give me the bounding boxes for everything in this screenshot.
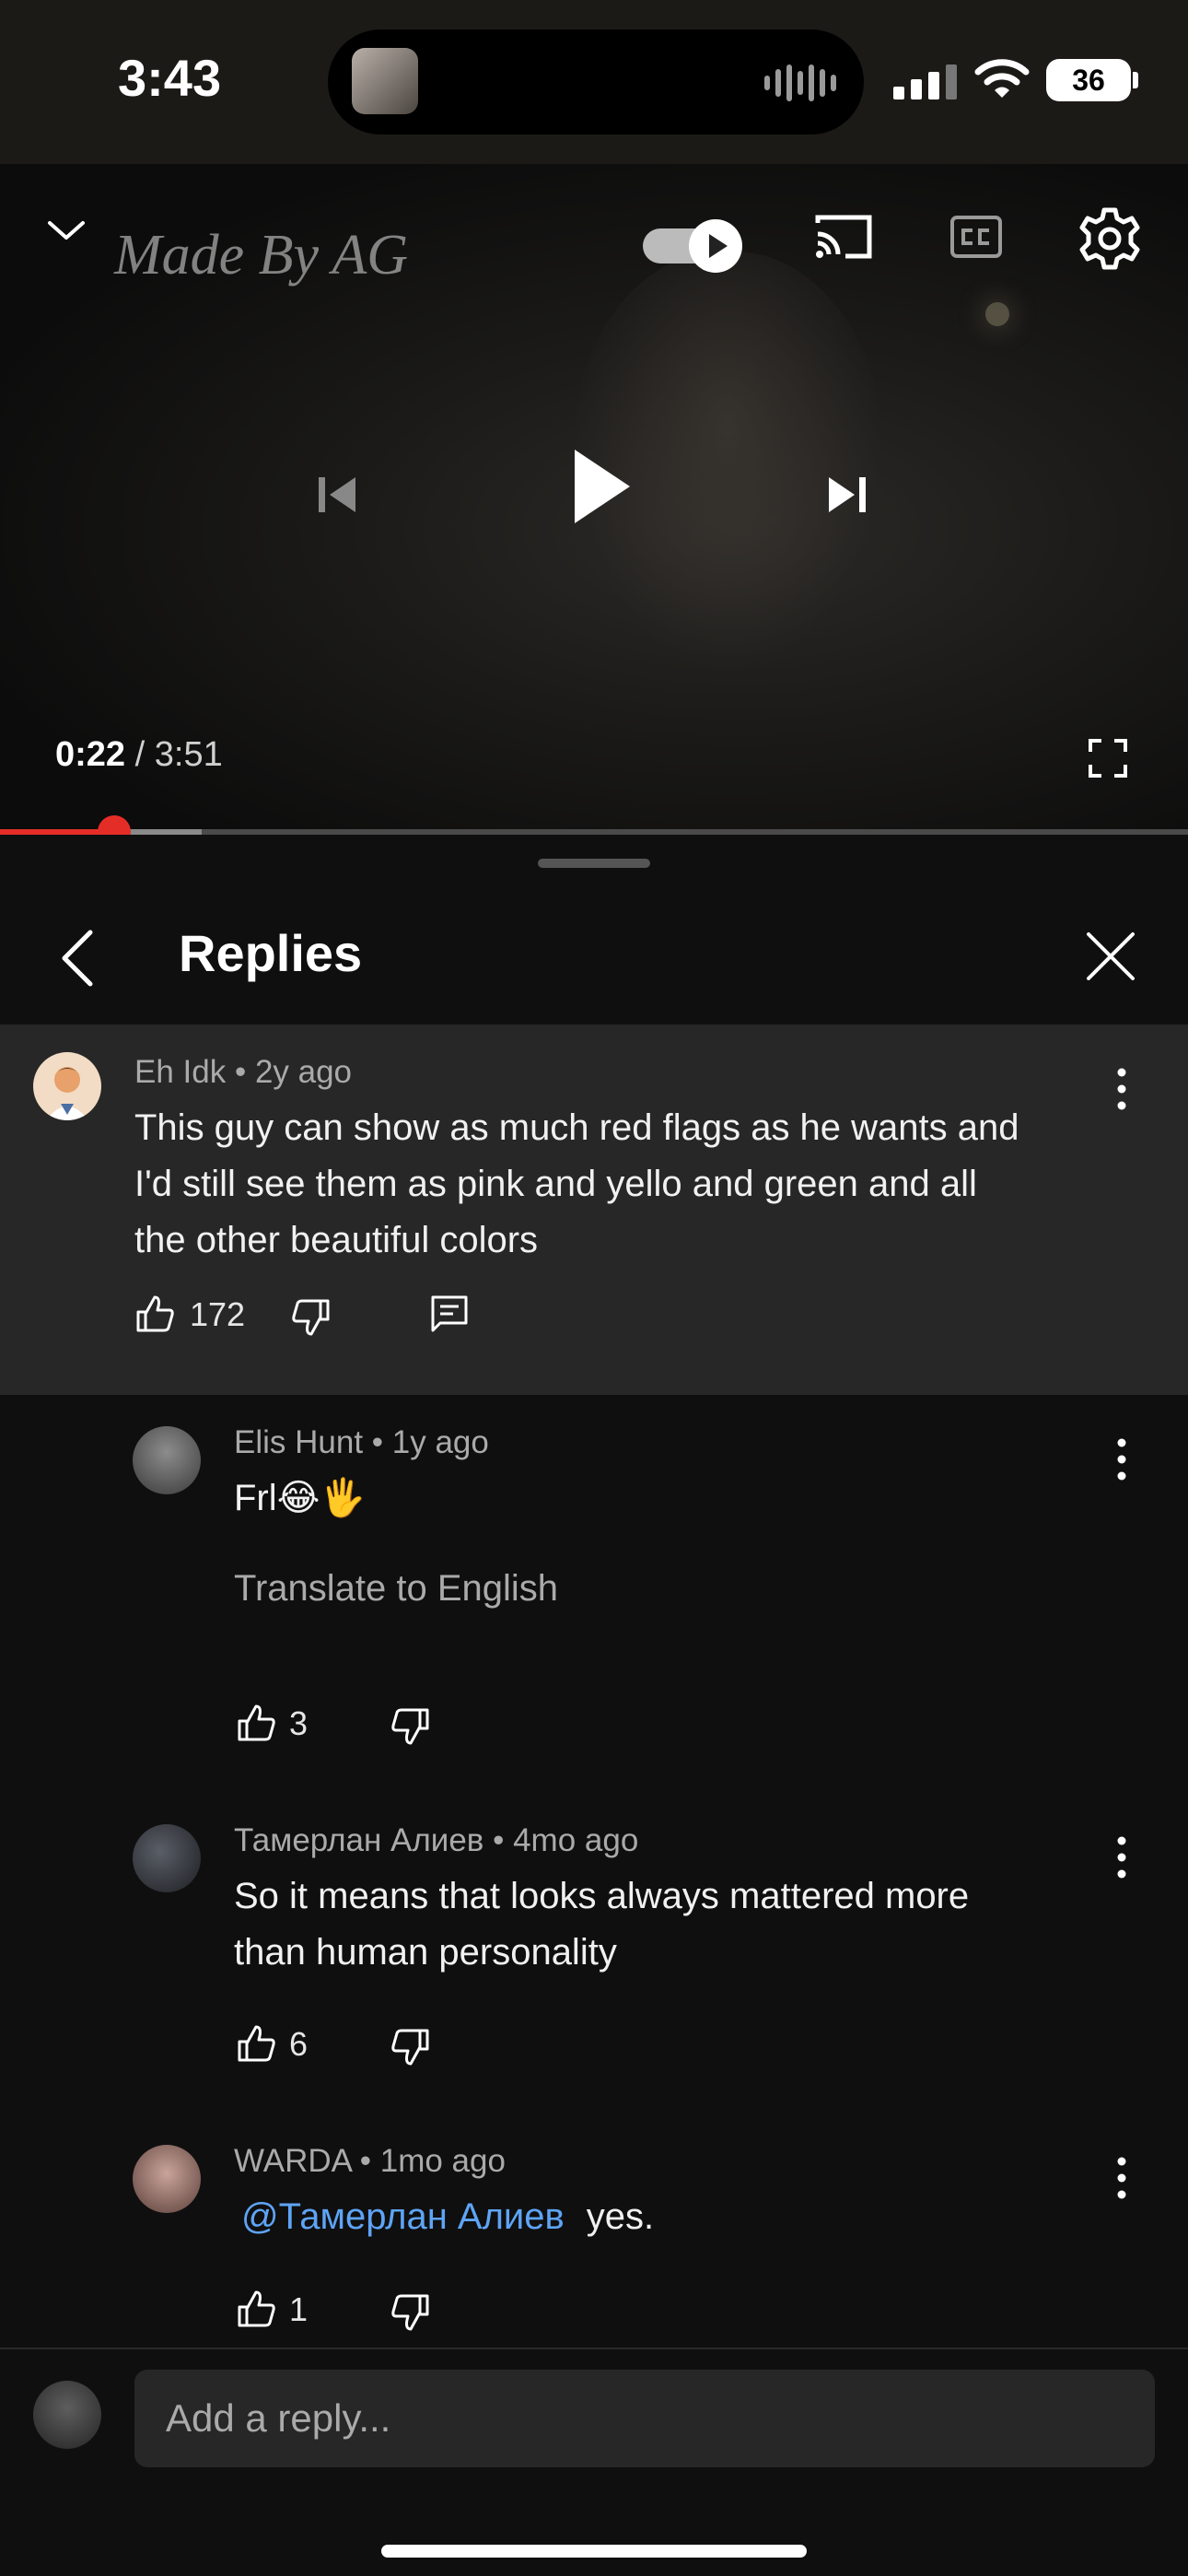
more-options-icon[interactable] [1111,1432,1133,1487]
reply-meta: Тамерлан Алиев • 4mo ago [234,1822,638,1859]
comment-age: 2y ago [254,1054,353,1090]
avatar[interactable] [133,2145,201,2213]
meta-separator: • [363,1424,392,1460]
battery-cap [1133,72,1138,88]
dislike-icon[interactable] [390,2292,431,2333]
mention-link[interactable]: @Тамерлан Алиев [241,2196,565,2237]
status-bar: 3:43 36 [0,0,1188,164]
minimize-chevron-icon[interactable] [44,212,88,249]
video-duration: 3:51 [154,735,223,774]
meta-separator: • [226,1054,255,1090]
like-count: 1 [289,2290,309,2328]
meta-separator: • [483,1822,514,1858]
video-player[interactable]: Made By AG 0:22 / 3:51 [0,164,1188,829]
avatar[interactable] [33,1052,101,1120]
more-options-icon[interactable] [1111,1830,1133,1885]
back-arrow-icon[interactable] [53,923,99,993]
reply-age: 1mo ago [379,2143,506,2179]
clock: 3:43 [118,49,222,107]
user-avatar[interactable] [33,2381,101,2449]
more-options-icon[interactable] [1111,2150,1133,2206]
panel-title: Replies [179,924,363,982]
video-frame-light [985,302,1009,326]
next-video-icon[interactable] [820,468,875,521]
cellular-signal-icon [893,64,957,100]
avatar[interactable] [133,1426,201,1494]
reply-text: @Тамерлан Алиев yes. [241,2189,654,2245]
reply-comment-icon[interactable] [429,1294,470,1334]
reply-author[interactable]: WARDA [234,2143,351,2179]
battery-icon: 36 [1046,59,1131,101]
wifi-icon [974,59,1030,98]
reply-text-line: than human personality [234,1932,617,1973]
comment-text-line: the other beautiful colors [134,1220,539,1260]
reply-text-line: So it means that looks always mattered m… [234,1876,970,1916]
captions-icon[interactable] [949,210,1004,263]
autoplay-toggle[interactable] [643,216,744,275]
reply-author[interactable]: Elis Hunt [234,1424,363,1460]
like-count: 6 [289,2025,309,2063]
video-watermark: Made By AG [114,224,409,287]
reply-meta: Elis Hunt • 1y ago [234,1424,489,1461]
avatar[interactable] [133,1824,201,1892]
reply-author[interactable]: Тамерлан Алиев [234,1822,483,1858]
dislike-icon[interactable] [390,2027,431,2067]
like-count: 172 [190,1295,246,1333]
play-button-icon[interactable] [556,431,645,542]
waveform-icon [764,63,836,103]
cast-icon[interactable] [812,210,875,263]
comment-author[interactable]: Eh Idk [134,1054,226,1090]
reply-age: 1y ago [391,1424,489,1460]
translate-link[interactable]: Translate to English [234,1568,558,1610]
like-count: 3 [289,1704,309,1742]
play-icon [709,234,728,258]
reply-age: 4mo ago [513,1822,639,1858]
avatar-illustration [46,1067,88,1120]
reply-input-bar: Add a reply... [0,2348,1188,2576]
fullscreen-icon[interactable] [1087,737,1129,779]
like-icon[interactable] [236,2023,276,2064]
comment-text-line: I'd still see them as pink and yello and… [134,1164,977,1204]
dynamic-island[interactable] [328,29,864,135]
dislike-icon[interactable] [390,1706,431,1747]
time-display: 0:22 / 3:51 [55,735,223,775]
dislike-icon[interactable] [291,1297,332,1338]
home-indicator[interactable] [381,2545,807,2558]
like-icon[interactable] [236,1703,276,1743]
meta-separator: • [351,2143,380,2179]
close-icon[interactable] [1083,929,1138,984]
like-icon[interactable] [134,1294,175,1334]
time-separator: / [125,735,155,774]
screen: 3:43 36 Made By AG 0:22 / 3:51 Replies E… [0,0,1188,2576]
autoplay-knob [689,219,742,273]
comment-meta: Eh Idk • 2y ago [134,1054,352,1091]
now-playing-thumbnail [352,48,418,114]
current-time: 0:22 [55,735,126,774]
replies-panel: Replies Eh Idk • 2y ago This guy can sho… [0,835,1188,2576]
drag-handle[interactable] [538,859,650,868]
parent-comment: Eh Idk • 2y ago This guy can show as muc… [0,1025,1188,1395]
previous-video-icon[interactable] [309,468,365,521]
reply-text: So it means that looks always mattered m… [234,1868,969,1981]
reply-text: Frl😂🖐 [234,1478,367,1518]
like-icon[interactable] [236,2289,276,2329]
reply-meta: WARDA • 1mo ago [234,2143,506,2180]
comment-text-line: This guy can show as much red flags as h… [134,1107,1019,1148]
comment-text: This guy can show as much red flags as h… [134,1100,1019,1269]
settings-gear-icon[interactable] [1076,205,1144,273]
more-options-icon[interactable] [1111,1061,1133,1117]
reply-text-content: yes. [586,2196,655,2237]
reply-input[interactable]: Add a reply... [134,2370,1155,2467]
